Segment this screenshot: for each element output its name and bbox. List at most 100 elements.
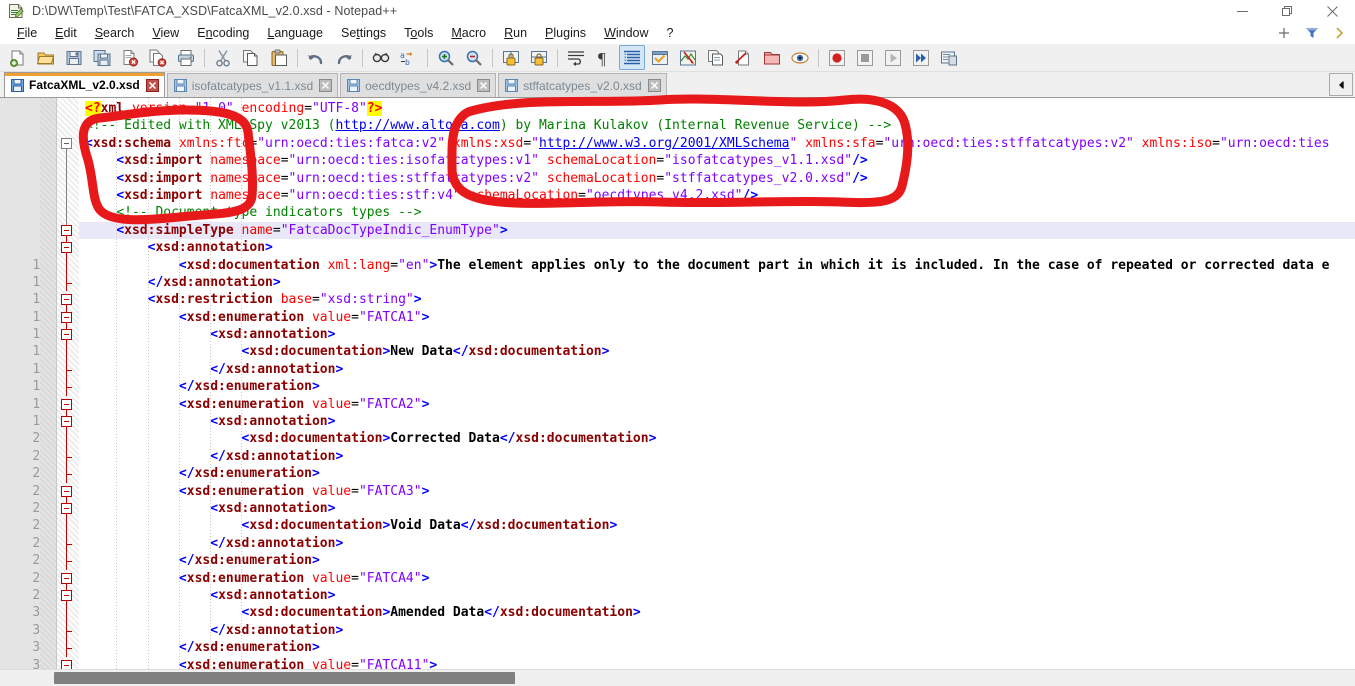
menu-item-edit[interactable]: Edit	[46, 24, 86, 42]
code-line[interactable]: </xsd:enumeration>	[79, 378, 1355, 395]
record-macro-button[interactable]	[824, 45, 850, 70]
code-line[interactable]: <xsd:enumeration value="FATCA4">	[79, 570, 1355, 587]
user-defined-dialog-button[interactable]	[647, 45, 673, 70]
code-line[interactable]: <xsd:import namespace="urn:oecd:ties:stf…	[79, 170, 1355, 187]
menu-item-run[interactable]: Run	[495, 24, 536, 42]
editor-area[interactable]: 1234567891011121314151617181920212223242…	[0, 98, 1355, 669]
save-all-button[interactable]	[89, 45, 115, 70]
zoom-in-button[interactable]	[433, 45, 459, 70]
menu-item-language[interactable]: Language	[258, 24, 332, 42]
zoom-out-button[interactable]	[461, 45, 487, 70]
close-all-button[interactable]	[145, 45, 171, 70]
tab-oecdtypes-v4-2-xsd[interactable]: oecdtypes_v4.2.xsd	[340, 73, 497, 97]
fold-toggle[interactable]	[61, 659, 72, 669]
menu-item-help[interactable]: ?	[658, 24, 683, 42]
menu-item-settings[interactable]: Settings	[332, 24, 395, 42]
word-wrap-button[interactable]	[563, 45, 589, 70]
folder-as-workspace-button[interactable]	[759, 45, 785, 70]
code-line[interactable]: </xsd:enumeration>	[79, 465, 1355, 482]
sync-horizontal-scroll-button[interactable]	[526, 45, 552, 70]
close-file-button[interactable]	[117, 45, 143, 70]
fold-toggle[interactable]	[61, 242, 72, 254]
code-line[interactable]: </xsd:annotation>	[79, 535, 1355, 552]
menu-item-window[interactable]: Window	[595, 24, 657, 42]
fold-toggle[interactable]	[61, 572, 72, 584]
bookmark-margin[interactable]	[40, 98, 56, 669]
fold-margin[interactable]	[57, 98, 79, 669]
document-map-button[interactable]	[675, 45, 701, 70]
fold-toggle[interactable]	[61, 590, 72, 602]
monitoring-button[interactable]	[787, 45, 813, 70]
save-macro-button[interactable]	[936, 45, 962, 70]
code-viewport[interactable]: <?xml version="1.0" encoding="UTF-8"?> <!…	[79, 98, 1355, 669]
code-line[interactable]: </xsd:annotation>	[79, 274, 1355, 291]
code-line[interactable]: <xsd:enumeration value="FATCA2">	[79, 396, 1355, 413]
tab-fatcaxml-v2-0-xsd[interactable]: FatcaXML_v2.0.xsd	[4, 72, 165, 97]
code-line[interactable]: <xsd:documentation>Corrected Data</xsd:d…	[79, 430, 1355, 447]
document-switcher-button[interactable]	[731, 45, 757, 70]
tab-stffatcatypes-v2-0-xsd[interactable]: stffatcatypes_v2.0.xsd	[498, 73, 667, 97]
menu-item-view[interactable]: View	[143, 24, 188, 42]
code-line[interactable]: </xsd:annotation>	[79, 622, 1355, 639]
function-list-button[interactable]	[703, 45, 729, 70]
fold-toggle[interactable]	[61, 137, 72, 149]
filter-funnel-icon[interactable]	[1303, 24, 1321, 42]
menu-item-macro[interactable]: Macro	[442, 24, 495, 42]
fold-toggle[interactable]	[61, 294, 72, 306]
run-macro-multiple-button[interactable]	[908, 45, 934, 70]
tab-scroll-left-button[interactable]	[1329, 73, 1353, 96]
menu-item-search[interactable]: Search	[86, 24, 144, 42]
find-button[interactable]	[368, 45, 394, 70]
code-line[interactable]: <xsd:simpleType name="FatcaDocTypeIndic_…	[79, 221, 1355, 240]
stop-macro-button[interactable]	[852, 45, 878, 70]
restore-button[interactable]	[1265, 0, 1310, 22]
horizontal-scrollbar-thumb[interactable]	[54, 672, 515, 684]
copy-button[interactable]	[238, 45, 264, 70]
menu-item-plugins[interactable]: Plugins	[536, 24, 595, 42]
fold-toggle[interactable]	[61, 503, 72, 515]
fold-toggle[interactable]	[61, 311, 72, 323]
code-line[interactable]: <?xml version="1.0" encoding="UTF-8"?>	[79, 100, 1355, 117]
code-line[interactable]: </xsd:annotation>	[79, 361, 1355, 378]
close-tab-icon[interactable]	[145, 78, 159, 92]
close-button[interactable]	[1310, 0, 1355, 22]
fold-toggle[interactable]	[61, 329, 72, 341]
code-text[interactable]: <?xml version="1.0" encoding="UTF-8"?> <!…	[79, 98, 1355, 669]
code-line[interactable]: <xsd:enumeration value="FATCA11">	[79, 657, 1355, 670]
tab-isofatcatypes-v1-1-xsd[interactable]: isofatcatypes_v1.1.xsd	[166, 73, 339, 97]
code-line[interactable]: <xsd:restriction base="xsd:string">	[79, 291, 1355, 308]
menu-item-encoding[interactable]: Encoding	[188, 24, 258, 42]
code-line[interactable]: <!-- Document type indicators types -->	[79, 204, 1355, 221]
code-line[interactable]: <xsd:import namespace="urn:oecd:ties:stf…	[79, 187, 1355, 204]
redo-button[interactable]	[331, 45, 357, 70]
code-line[interactable]: <xsd:import namespace="urn:oecd:ties:iso…	[79, 152, 1355, 169]
code-line[interactable]: </xsd:annotation>	[79, 448, 1355, 465]
code-line[interactable]: <xsd:annotation>	[79, 500, 1355, 517]
undo-button[interactable]	[303, 45, 329, 70]
replace-button[interactable]: a b	[396, 45, 422, 70]
fold-toggle[interactable]	[61, 485, 72, 497]
close-tab-icon[interactable]	[477, 79, 491, 92]
minimize-button[interactable]	[1220, 0, 1265, 22]
code-line[interactable]: </xsd:enumeration>	[79, 639, 1355, 656]
code-line[interactable]: <xsd:documentation>Amended Data</xsd:doc…	[79, 604, 1355, 621]
new-file-button[interactable]	[5, 45, 31, 70]
code-line[interactable]: <xsd:annotation>	[79, 326, 1355, 343]
paste-button[interactable]	[266, 45, 292, 70]
menu-item-tools[interactable]: Tools	[395, 24, 442, 42]
code-line[interactable]: <xsd:documentation>New Data</xsd:documen…	[79, 343, 1355, 360]
play-macro-button[interactable]	[880, 45, 906, 70]
code-line[interactable]: <xsd:documentation xml:lang="en">The ele…	[79, 257, 1355, 274]
horizontal-scrollbar[interactable]	[0, 669, 1355, 686]
code-line[interactable]: <xsd:documentation>Void Data</xsd:docume…	[79, 517, 1355, 534]
code-line[interactable]: <xsd:annotation>	[79, 239, 1355, 256]
fold-toggle[interactable]	[61, 224, 72, 236]
sync-vertical-scroll-button[interactable]	[498, 45, 524, 70]
show-indent-guide-button[interactable]	[619, 45, 645, 70]
code-line[interactable]: <xsd:enumeration value="FATCA1">	[79, 309, 1355, 326]
save-button[interactable]	[61, 45, 87, 70]
code-line[interactable]: <xsd:enumeration value="FATCA3">	[79, 483, 1355, 500]
print-button[interactable]	[173, 45, 199, 70]
chevron-right-icon[interactable]	[1331, 24, 1349, 42]
close-tab-icon[interactable]	[647, 79, 661, 92]
